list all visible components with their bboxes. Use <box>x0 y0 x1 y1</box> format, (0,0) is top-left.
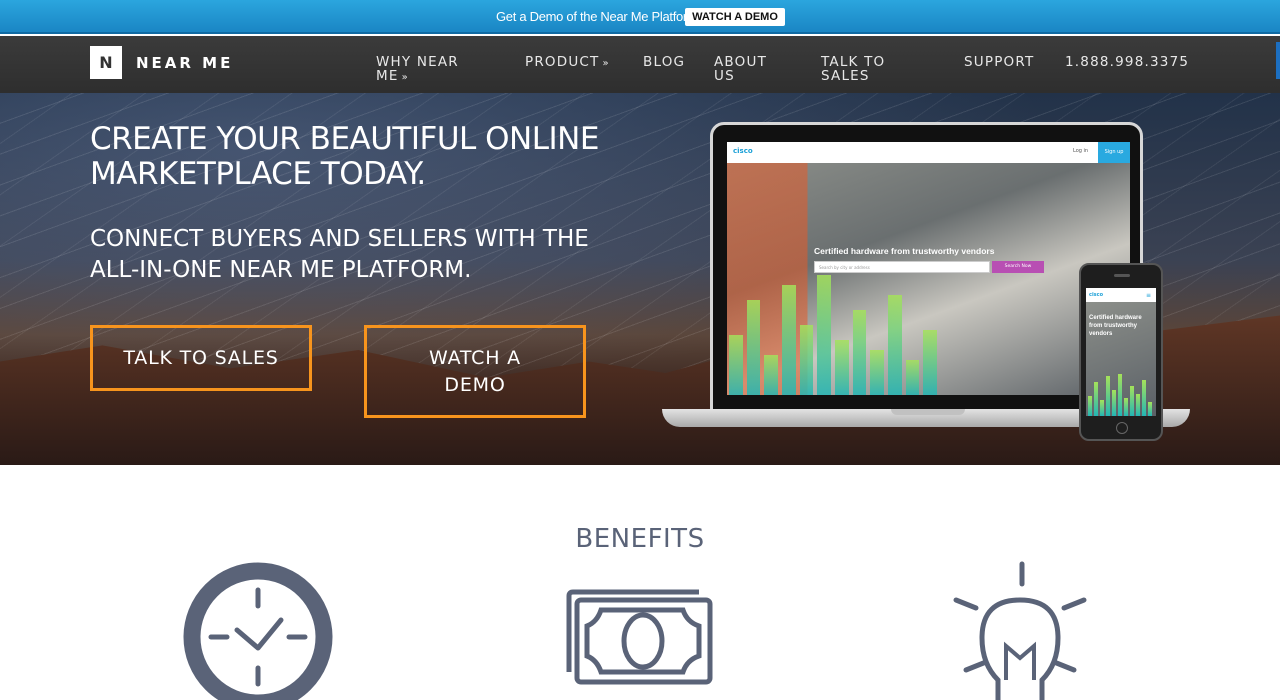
nav-item-support[interactable]: SUPPORT <box>964 55 1034 69</box>
chevron-down-icon: » <box>401 72 409 83</box>
mockup-login: Log in <box>1073 148 1089 154</box>
hero-section: CREATE YOUR BEAUTIFUL ONLINE MARKETPLACE… <box>0 93 1280 465</box>
laptop-notch <box>891 409 965 415</box>
feedback-tab[interactable] <box>1276 42 1280 79</box>
clock-icon <box>183 562 333 700</box>
menu-icon: ≡ <box>1146 292 1152 299</box>
phone-mockup-logo: cisco <box>1089 292 1104 298</box>
watch-demo-top-button[interactable]: WATCH A DEMO <box>685 8 785 26</box>
phone-screen: cisco ≡ Certified hardware from trustwor… <box>1086 288 1156 416</box>
phone-home-button <box>1116 422 1128 434</box>
hero-subtitle: CONNECT BUYERS AND SELLERS WITH THE ALL-… <box>90 226 589 283</box>
mockup-search-input: Search by city or address <box>814 261 990 273</box>
mockup-hero-photo: Certified hardware from trustworthy vend… <box>727 163 1130 395</box>
demo-announcement-bar: Get a Demo of the Near Me Platform WATCH… <box>0 0 1280 34</box>
mockup-signup: Sign up <box>1098 142 1130 163</box>
watch-demo-button[interactable]: WATCH A DEMO <box>364 325 586 418</box>
nav-label: SUPPORT <box>964 54 1035 70</box>
demo-announcement-text: Get a Demo of the Near Me Platform <box>496 9 698 24</box>
main-navigation: N NEAR ME WHY NEAR ME» PRODUCT» BLOG ABO… <box>0 36 1280 93</box>
nav-label: PRODUCT <box>525 54 600 70</box>
talk-to-sales-button[interactable]: TALK TO SALES <box>90 325 312 391</box>
phone-mockup-headline: Certified hardware from trustworthy vend… <box>1089 315 1142 337</box>
chevron-down-icon: » <box>602 58 610 69</box>
mockup-search-button: Search Now <box>992 261 1044 273</box>
nav-phone-number[interactable]: 1.888.998.3375 <box>1065 55 1189 69</box>
nav-label: 1.888.998.3375 <box>1065 54 1190 70</box>
mockup-headline: Certified hardware from trustworthy vend… <box>814 246 995 256</box>
mockup-header: cisco Log in Sign up <box>727 142 1130 163</box>
phone-speaker <box>1114 274 1130 277</box>
nav-item-why-near-me[interactable]: WHY NEAR ME» <box>376 55 486 85</box>
benefits-heading: BENEFITS <box>575 524 705 554</box>
phone-bars-graphic <box>1088 372 1154 416</box>
nav-item-blog[interactable]: BLOG <box>643 55 685 69</box>
nav-label: BLOG <box>643 54 686 70</box>
near-me-logo[interactable]: N NEAR ME <box>90 46 233 79</box>
logo-mark: N <box>90 46 122 79</box>
phone-mockup: cisco ≡ Certified hardware from trustwor… <box>1079 263 1163 441</box>
mockup-logo: cisco <box>733 147 753 155</box>
lightbulb-icon <box>953 561 1087 700</box>
logo-wordmark: NEAR ME <box>136 53 234 72</box>
hero-title: CREATE YOUR BEAUTIFUL ONLINE MARKETPLACE… <box>90 121 599 192</box>
nav-label: TALK TO SALES <box>821 54 886 84</box>
money-icon <box>566 589 713 685</box>
nav-label: ABOUT US <box>714 54 768 84</box>
nav-item-talk-to-sales[interactable]: TALK TO SALES <box>821 55 911 83</box>
nav-label: WHY NEAR ME <box>376 54 459 84</box>
nav-item-product[interactable]: PRODUCT» <box>525 55 610 71</box>
laptop-display: Certified hardware from trustworthy vend… <box>727 142 1130 395</box>
mockup-bars-graphic <box>727 275 938 395</box>
nav-item-about-us[interactable]: ABOUT US <box>714 55 784 83</box>
